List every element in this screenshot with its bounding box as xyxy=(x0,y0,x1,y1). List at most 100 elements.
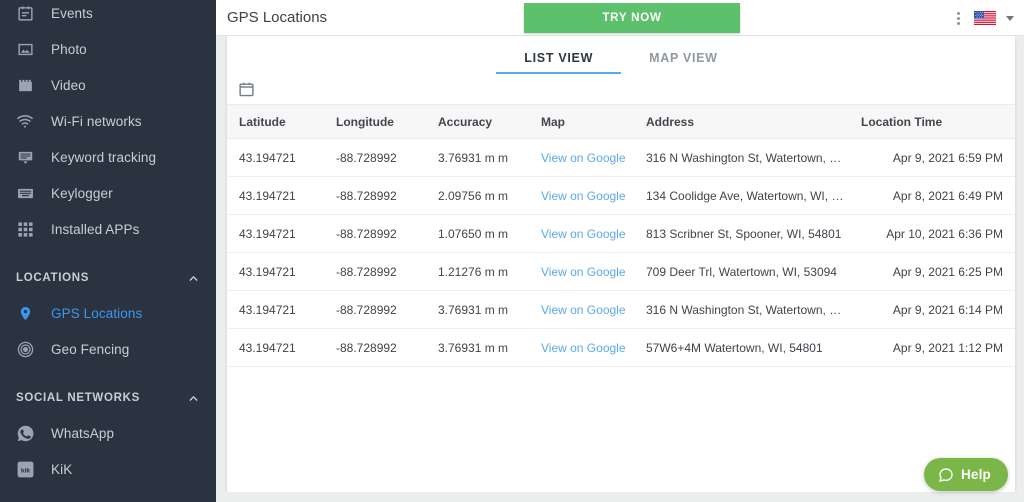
cell-latitude: 43.194721 xyxy=(227,252,330,291)
help-button-label: Help xyxy=(960,467,991,482)
cell-map: View on Google xyxy=(535,252,640,291)
cell-accuracy: 1.21276 m m xyxy=(432,252,535,291)
cell-accuracy: 2.09756 m m xyxy=(432,176,535,215)
chat-bubble-icon xyxy=(938,467,954,483)
cell-longitude: -88.728992 xyxy=(330,328,432,367)
table-body: 43.194721 -88.728992 3.76931 m m View on… xyxy=(227,138,1015,367)
cell-accuracy: 3.76931 m m xyxy=(432,328,535,367)
table-row[interactable]: 43.194721 -88.728992 3.76931 m m View on… xyxy=(227,138,1015,177)
sidebar-section-title: LOCATIONS xyxy=(16,272,90,284)
sidebar-item-events[interactable]: Events xyxy=(0,0,216,31)
table-header-row: Latitude Longitude Accuracy Map Address … xyxy=(227,104,1015,139)
top-bar: GPS Locations TRY NOW xyxy=(216,0,1024,36)
geo-fence-target-icon xyxy=(14,338,36,360)
sidebar-item-label: Installed APPs xyxy=(51,221,140,237)
table-header: Latitude Longitude Accuracy Map Address … xyxy=(227,104,1015,139)
cell-map: View on Google xyxy=(535,138,640,177)
sidebar-item-installed-apps[interactable]: Installed APPs xyxy=(0,211,216,247)
sidebar-item-label: GPS Locations xyxy=(51,305,143,321)
sidebar-item-label: WhatsApp xyxy=(51,425,115,441)
sidebar-item-video[interactable]: Video xyxy=(0,67,216,103)
table-toolbar xyxy=(227,74,1015,104)
cell-map: View on Google xyxy=(535,214,640,253)
more-vertical-icon[interactable] xyxy=(953,9,964,28)
chevron-down-icon[interactable] xyxy=(1006,15,1014,21)
column-header-address[interactable]: Address xyxy=(640,104,855,139)
cell-location-time: Apr 9, 2021 1:12 PM xyxy=(855,328,1015,367)
column-header-map[interactable]: Map xyxy=(535,104,640,139)
cell-longitude: -88.728992 xyxy=(330,252,432,291)
keyword-tracking-icon xyxy=(14,146,36,168)
view-on-google-link[interactable]: View on Google xyxy=(541,265,626,279)
us-flag-icon[interactable] xyxy=(974,11,996,25)
cell-latitude: 43.194721 xyxy=(227,328,330,367)
sidebar-item-label: Photo xyxy=(51,41,87,57)
chevron-up-icon xyxy=(187,392,200,405)
sidebar-item-wifi-networks[interactable]: Wi-Fi networks xyxy=(0,103,216,139)
table-row[interactable]: 43.194721 -88.728992 3.76931 m m View on… xyxy=(227,290,1015,329)
try-now-button[interactable]: TRY NOW xyxy=(524,3,740,33)
column-header-latitude[interactable]: Latitude xyxy=(227,104,330,139)
sidebar-item-photo[interactable]: Photo xyxy=(0,31,216,67)
sidebar-item-whatsapp[interactable]: WhatsApp xyxy=(0,415,216,451)
sidebar-item-gps-locations[interactable]: GPS Locations xyxy=(0,295,216,331)
sidebar-item-keylogger[interactable]: Keylogger xyxy=(0,175,216,211)
cell-address: 316 N Washington St, Watertown, WI, 5480… xyxy=(640,290,855,329)
cell-latitude: 43.194721 xyxy=(227,138,330,177)
view-tabs: LIST VIEW MAP VIEW xyxy=(227,36,1015,74)
view-on-google-link[interactable]: View on Google xyxy=(541,151,626,165)
tab-map-view[interactable]: MAP VIEW xyxy=(621,51,746,74)
cell-address: 709 Deer Trl, Watertown, WI, 53094 xyxy=(640,252,855,291)
bottom-strip xyxy=(216,492,1024,502)
sidebar-item-label: Video xyxy=(51,77,86,93)
whatsapp-icon xyxy=(14,422,36,444)
sidebar-item-label: Geo Fencing xyxy=(51,341,130,357)
cell-map: View on Google xyxy=(535,290,640,329)
table-row[interactable]: 43.194721 -88.728992 1.07650 m m View on… xyxy=(227,214,1015,253)
sidebar-item-kik[interactable]: kik KiK xyxy=(0,451,216,487)
cell-accuracy: 1.07650 m m xyxy=(432,214,535,253)
view-on-google-link[interactable]: View on Google xyxy=(541,227,626,241)
column-header-location-time[interactable]: Location Time xyxy=(855,104,1015,139)
map-pin-icon xyxy=(14,302,36,324)
cell-address: 57W6+4M Watertown, WI, 54801 xyxy=(640,328,855,367)
sidebar-item-keyword-tracking[interactable]: Keyword tracking xyxy=(0,139,216,175)
cell-location-time: Apr 10, 2021 6:36 PM xyxy=(855,214,1015,253)
column-header-longitude[interactable]: Longitude xyxy=(330,104,432,139)
tab-list-view[interactable]: LIST VIEW xyxy=(496,51,621,74)
calendar-icon[interactable] xyxy=(238,81,255,98)
view-on-google-link[interactable]: View on Google xyxy=(541,189,626,203)
cell-accuracy: 3.76931 m m xyxy=(432,290,535,329)
photo-icon xyxy=(14,38,36,60)
wifi-icon xyxy=(14,110,36,132)
cell-longitude: -88.728992 xyxy=(330,138,432,177)
gps-locations-table: Latitude Longitude Accuracy Map Address … xyxy=(227,104,1015,367)
cell-map: View on Google xyxy=(535,176,640,215)
video-icon xyxy=(14,74,36,96)
cell-location-time: Apr 8, 2021 6:49 PM xyxy=(855,176,1015,215)
chevron-up-icon xyxy=(187,272,200,285)
sidebar-item-label: Events xyxy=(51,5,93,21)
sidebar-section-title: SOCIAL NETWORKS xyxy=(16,392,141,404)
sidebar-section-locations[interactable]: LOCATIONS xyxy=(0,261,216,295)
sidebar-item-geo-fencing[interactable]: Geo Fencing xyxy=(0,331,216,367)
cell-latitude: 43.194721 xyxy=(227,214,330,253)
cell-longitude: -88.728992 xyxy=(330,290,432,329)
cell-address: 813 Scribner St, Spooner, WI, 54801 xyxy=(640,214,855,253)
app-root: Events Photo Video Wi-Fi networks Keywor… xyxy=(0,0,1024,502)
column-header-accuracy[interactable]: Accuracy xyxy=(432,104,535,139)
cell-longitude: -88.728992 xyxy=(330,214,432,253)
view-on-google-link[interactable]: View on Google xyxy=(541,341,626,355)
cell-address: 134 Coolidge Ave, Watertown, WI, 54801 xyxy=(640,176,855,215)
view-on-google-link[interactable]: View on Google xyxy=(541,303,626,317)
help-button[interactable]: Help xyxy=(923,458,1008,491)
sidebar-section-social-networks[interactable]: SOCIAL NETWORKS xyxy=(0,381,216,415)
table-row[interactable]: 43.194721 -88.728992 3.76931 m m View on… xyxy=(227,328,1015,367)
table-row[interactable]: 43.194721 -88.728992 2.09756 m m View on… xyxy=(227,176,1015,215)
sidebar-item-label: Wi-Fi networks xyxy=(51,113,142,129)
table-row[interactable]: 43.194721 -88.728992 1.21276 m m View on… xyxy=(227,252,1015,291)
cell-accuracy: 3.76931 m m xyxy=(432,138,535,177)
sidebar: Events Photo Video Wi-Fi networks Keywor… xyxy=(0,0,216,502)
sidebar-item-label: Keylogger xyxy=(51,185,113,201)
cell-latitude: 43.194721 xyxy=(227,176,330,215)
